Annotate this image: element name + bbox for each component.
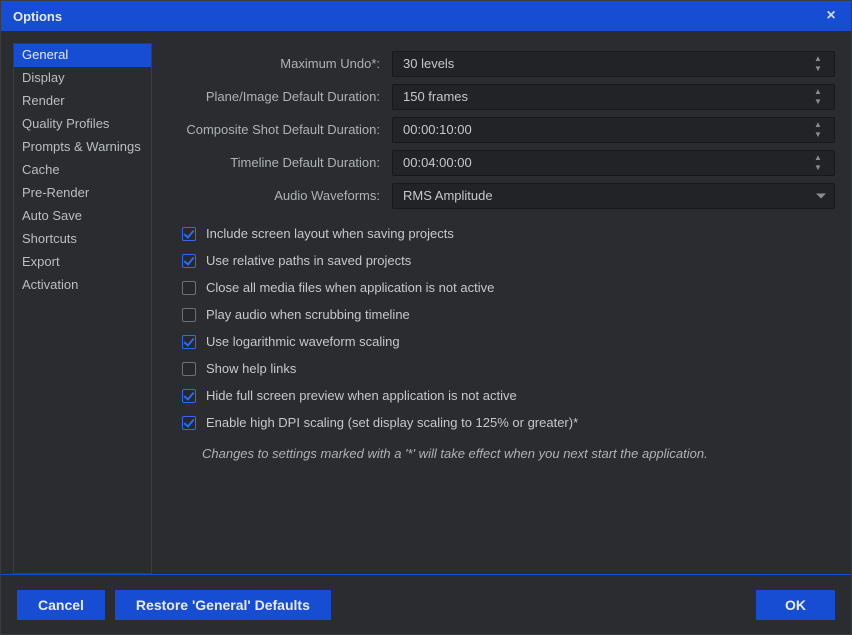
sidebar-item-activation[interactable]: Activation: [14, 274, 151, 297]
ok-button[interactable]: OK: [756, 590, 835, 620]
check-high-dpi[interactable]: Enable high DPI scaling (set display sca…: [172, 409, 835, 436]
restart-note: Changes to settings marked with a '*' wi…: [172, 436, 835, 461]
check-label: Show help links: [206, 361, 296, 376]
check-label: Use logarithmic waveform scaling: [206, 334, 400, 349]
sidebar-item-label: Activation: [22, 277, 78, 292]
sidebar-item-export[interactable]: Export: [14, 251, 151, 274]
sidebar-item-shortcuts[interactable]: Shortcuts: [14, 228, 151, 251]
sidebar-item-auto-save[interactable]: Auto Save: [14, 205, 151, 228]
chevron-down-icon: [816, 193, 826, 198]
sidebar-item-label: Prompts & Warnings: [22, 139, 141, 154]
sidebar-item-quality-profiles[interactable]: Quality Profiles: [14, 113, 151, 136]
sidebar-item-cache[interactable]: Cache: [14, 159, 151, 182]
checkbox[interactable]: [182, 254, 196, 268]
row-plane-duration: Plane/Image Default Duration: 150 frames…: [172, 80, 835, 113]
check-include-layout[interactable]: Include screen layout when saving projec…: [172, 220, 835, 247]
cancel-button[interactable]: Cancel: [17, 590, 105, 620]
row-timeline-duration: Timeline Default Duration: 00:04:00:00 ▲…: [172, 146, 835, 179]
row-composite-shot-duration: Composite Shot Default Duration: 00:00:1…: [172, 113, 835, 146]
sidebar-item-pre-render[interactable]: Pre-Render: [14, 182, 151, 205]
check-show-help-links[interactable]: Show help links: [172, 355, 835, 382]
sidebar-item-label: Pre-Render: [22, 185, 89, 200]
input-value: 00:00:10:00: [403, 122, 472, 137]
check-label: Use relative paths in saved projects: [206, 253, 411, 268]
select-audio-waveforms[interactable]: RMS Amplitude: [392, 183, 835, 209]
restore-defaults-button[interactable]: Restore 'General' Defaults: [115, 590, 331, 620]
sidebar-item-label: Cache: [22, 162, 60, 177]
sidebar-item-label: Export: [22, 254, 60, 269]
sidebar-item-prompts-warnings[interactable]: Prompts & Warnings: [14, 136, 151, 159]
check-log-waveform[interactable]: Use logarithmic waveform scaling: [172, 328, 835, 355]
close-icon[interactable]: ×: [821, 8, 841, 24]
spinner-arrows-icon[interactable]: ▲▼: [814, 151, 828, 175]
dialog-footer: Cancel Restore 'General' Defaults OK: [1, 574, 851, 634]
label-plane-duration: Plane/Image Default Duration:: [172, 89, 392, 104]
check-play-audio-scrub[interactable]: Play audio when scrubbing timeline: [172, 301, 835, 328]
label-audio-waveforms: Audio Waveforms:: [172, 188, 392, 203]
titlebar: Options ×: [1, 1, 851, 31]
sidebar-item-general[interactable]: General: [14, 44, 151, 67]
checkbox[interactable]: [182, 389, 196, 403]
label-timeline-duration: Timeline Default Duration:: [172, 155, 392, 170]
spinner-arrows-icon[interactable]: ▲▼: [814, 118, 828, 142]
spinner-arrows-icon[interactable]: ▲▼: [814, 85, 828, 109]
checkbox[interactable]: [182, 227, 196, 241]
select-value: RMS Amplitude: [403, 188, 493, 203]
check-label: Close all media files when application i…: [206, 280, 494, 295]
input-value: 30 levels: [403, 56, 454, 71]
checkbox[interactable]: [182, 335, 196, 349]
check-relative-paths[interactable]: Use relative paths in saved projects: [172, 247, 835, 274]
label-maximum-undo: Maximum Undo*:: [172, 56, 392, 71]
sidebar-item-label: Render: [22, 93, 65, 108]
sidebar-item-label: Auto Save: [22, 208, 82, 223]
input-maximum-undo[interactable]: 30 levels ▲▼: [392, 51, 835, 77]
check-close-media[interactable]: Close all media files when application i…: [172, 274, 835, 301]
sidebar-item-label: Shortcuts: [22, 231, 77, 246]
check-label: Hide full screen preview when applicatio…: [206, 388, 517, 403]
row-maximum-undo: Maximum Undo*: 30 levels ▲▼: [172, 47, 835, 80]
options-dialog: Options × General Display Render Quality…: [0, 0, 852, 635]
check-label: Play audio when scrubbing timeline: [206, 307, 410, 322]
sidebar-item-label: General: [22, 47, 68, 62]
sidebar-item-display[interactable]: Display: [14, 67, 151, 90]
check-hide-fullscreen[interactable]: Hide full screen preview when applicatio…: [172, 382, 835, 409]
spinner-arrows-icon[interactable]: ▲▼: [814, 52, 828, 76]
sidebar: General Display Render Quality Profiles …: [13, 43, 152, 574]
checkbox[interactable]: [182, 281, 196, 295]
input-timeline-duration[interactable]: 00:04:00:00 ▲▼: [392, 150, 835, 176]
checkbox[interactable]: [182, 416, 196, 430]
input-composite-shot-duration[interactable]: 00:00:10:00 ▲▼: [392, 117, 835, 143]
input-plane-duration[interactable]: 150 frames ▲▼: [392, 84, 835, 110]
sidebar-item-label: Display: [22, 70, 65, 85]
sidebar-item-label: Quality Profiles: [22, 116, 109, 131]
content-panel: Maximum Undo*: 30 levels ▲▼ Plane/Image …: [152, 43, 839, 574]
input-value: 150 frames: [403, 89, 468, 104]
checkbox[interactable]: [182, 308, 196, 322]
window-title: Options: [13, 9, 821, 24]
input-value: 00:04:00:00: [403, 155, 472, 170]
row-audio-waveforms: Audio Waveforms: RMS Amplitude: [172, 179, 835, 212]
dialog-body: General Display Render Quality Profiles …: [1, 31, 851, 574]
check-label: Enable high DPI scaling (set display sca…: [206, 415, 578, 430]
checkbox-group: Include screen layout when saving projec…: [172, 220, 835, 436]
sidebar-item-render[interactable]: Render: [14, 90, 151, 113]
label-composite-shot-duration: Composite Shot Default Duration:: [172, 122, 392, 137]
check-label: Include screen layout when saving projec…: [206, 226, 454, 241]
checkbox[interactable]: [182, 362, 196, 376]
